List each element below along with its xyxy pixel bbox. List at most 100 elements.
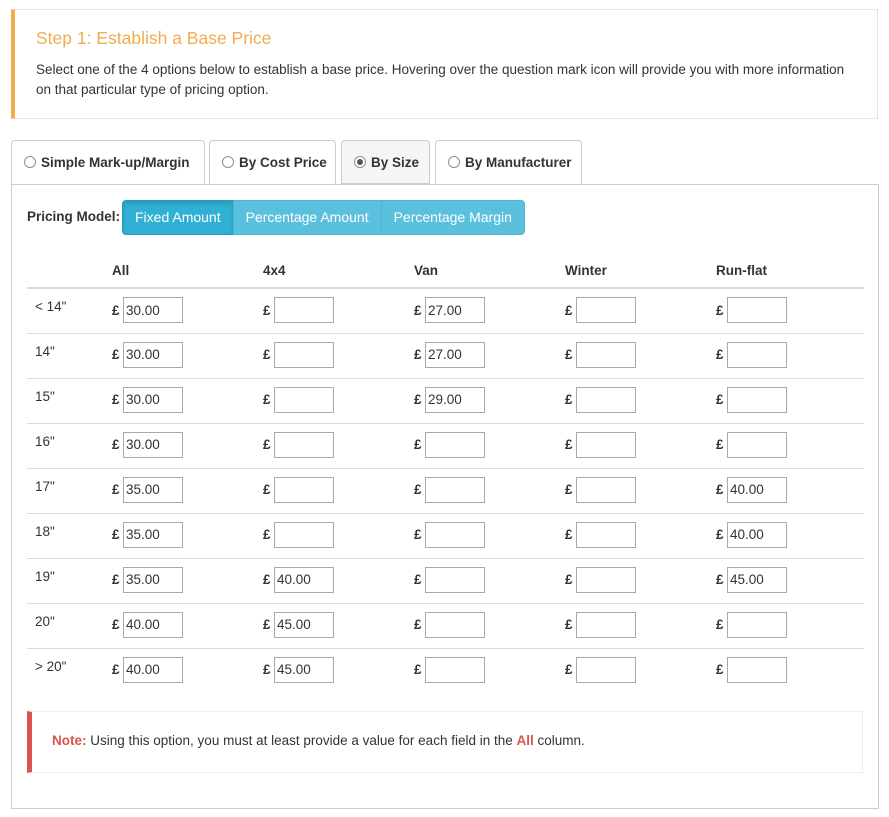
table-row: 14" £ £ £ £ £	[27, 332, 864, 378]
price-field-wrapper: £	[263, 379, 334, 413]
size-label: 16"	[35, 433, 55, 449]
price-field-wrapper: £	[716, 514, 787, 548]
fixed-amount-button[interactable]: Fixed Amount	[122, 200, 234, 235]
price-input-winter[interactable]	[576, 566, 636, 593]
price-input-winter[interactable]	[576, 611, 636, 638]
price-input-4x4[interactable]	[274, 297, 334, 323]
price-cell-run-flat: £	[716, 602, 864, 648]
price-field-wrapper: £	[565, 334, 636, 368]
currency-symbol: £	[716, 302, 724, 318]
price-input-winter[interactable]	[576, 521, 636, 548]
price-cell-winter: £	[565, 512, 716, 558]
price-input-run-flat[interactable]	[727, 476, 787, 503]
tab-label: By Cost Price	[239, 155, 327, 170]
price-input-van[interactable]	[425, 476, 485, 503]
tab-by-size[interactable]: By Size	[341, 140, 430, 184]
note-highlight: All	[516, 733, 534, 748]
column-header-van: Van	[414, 253, 565, 289]
price-field-wrapper: £	[716, 604, 787, 638]
price-cell-all: £	[112, 332, 263, 378]
price-cell-all: £	[112, 512, 263, 558]
price-input-all[interactable]	[123, 476, 183, 503]
price-input-all[interactable]	[123, 521, 183, 548]
price-field-wrapper: £	[112, 424, 183, 458]
currency-symbol: £	[112, 302, 120, 318]
price-input-winter[interactable]	[576, 476, 636, 503]
currency-symbol: £	[565, 527, 573, 542]
tab-simple-markup-margin[interactable]: Simple Mark-up/Margin	[11, 140, 205, 185]
price-field-wrapper: £	[565, 469, 636, 503]
price-input-all[interactable]	[123, 386, 183, 413]
price-input-van[interactable]	[425, 521, 485, 548]
price-field-wrapper: £	[716, 424, 787, 458]
currency-symbol: £	[565, 392, 573, 407]
radio-by-manufacturer[interactable]	[448, 156, 460, 168]
price-input-all[interactable]	[123, 656, 183, 683]
currency-symbol: £	[112, 347, 120, 362]
currency-symbol: £	[263, 392, 271, 407]
price-input-4x4[interactable]	[274, 566, 334, 593]
price-input-all[interactable]	[123, 566, 183, 593]
price-input-run-flat[interactable]	[727, 297, 787, 323]
price-input-van[interactable]	[425, 431, 485, 458]
price-cell-run-flat: £	[716, 467, 864, 513]
price-input-4x4[interactable]	[274, 521, 334, 548]
radio-by-cost-price[interactable]	[222, 156, 234, 168]
price-input-all[interactable]	[123, 297, 183, 323]
currency-symbol: £	[716, 662, 724, 677]
price-input-van[interactable]	[425, 611, 485, 638]
price-input-4x4[interactable]	[274, 656, 334, 683]
currency-symbol: £	[263, 617, 271, 632]
price-input-4x4[interactable]	[274, 386, 334, 413]
price-input-run-flat[interactable]	[727, 386, 787, 413]
note-label: Note:	[52, 733, 87, 748]
price-input-4x4[interactable]	[274, 431, 334, 458]
price-input-van[interactable]	[425, 656, 485, 683]
price-field-wrapper: £	[263, 514, 334, 548]
price-cell-all: £	[112, 647, 263, 693]
price-cell-van: £	[414, 332, 565, 378]
price-input-run-flat[interactable]	[727, 431, 787, 458]
price-cell-van: £	[414, 377, 565, 423]
price-input-4x4[interactable]	[274, 341, 334, 368]
radio-by-size[interactable]	[354, 156, 366, 168]
price-input-all[interactable]	[123, 611, 183, 638]
price-input-van[interactable]	[425, 341, 485, 368]
price-input-run-flat[interactable]	[727, 341, 787, 368]
price-input-run-flat[interactable]	[727, 566, 787, 593]
percentage-margin-button[interactable]: Percentage Margin	[380, 200, 525, 235]
size-cell: 14"	[27, 332, 112, 378]
table-row: 19" £ £ £ £ £	[27, 557, 864, 603]
column-header-4x4: 4x4	[263, 253, 414, 289]
price-input-run-flat[interactable]	[727, 521, 787, 548]
price-input-van[interactable]	[425, 386, 485, 413]
radio-simple-markup-margin[interactable]	[24, 156, 36, 168]
price-input-run-flat[interactable]	[727, 611, 787, 638]
price-cell-all: £	[112, 377, 263, 423]
price-input-winter[interactable]	[576, 431, 636, 458]
table-row: 15" £ £ £ £ £	[27, 377, 864, 423]
currency-symbol: £	[414, 572, 422, 587]
price-input-van[interactable]	[425, 297, 485, 323]
price-field-wrapper: £	[414, 379, 485, 413]
price-input-van[interactable]	[425, 566, 485, 593]
price-field-wrapper: £	[565, 604, 636, 638]
price-input-winter[interactable]	[576, 656, 636, 683]
tab-by-cost-price[interactable]: By Cost Price	[209, 140, 336, 185]
size-cell: 18"	[27, 512, 112, 558]
price-input-4x4[interactable]	[274, 476, 334, 503]
price-input-winter[interactable]	[576, 341, 636, 368]
currency-symbol: £	[263, 527, 271, 542]
price-input-winter[interactable]	[576, 297, 636, 323]
price-input-all[interactable]	[123, 341, 183, 368]
price-input-4x4[interactable]	[274, 611, 334, 638]
price-field-wrapper: £	[565, 289, 636, 323]
tab-by-manufacturer[interactable]: By Manufacturer	[435, 140, 582, 185]
price-field-wrapper: £	[414, 334, 485, 368]
price-input-all[interactable]	[123, 431, 183, 458]
table-header-row: All 4x4 Van Winter Run-flat	[27, 253, 864, 289]
price-field-wrapper: £	[565, 559, 636, 593]
price-input-winter[interactable]	[576, 386, 636, 413]
percentage-amount-button[interactable]: Percentage Amount	[232, 200, 382, 235]
price-input-run-flat[interactable]	[727, 656, 787, 683]
